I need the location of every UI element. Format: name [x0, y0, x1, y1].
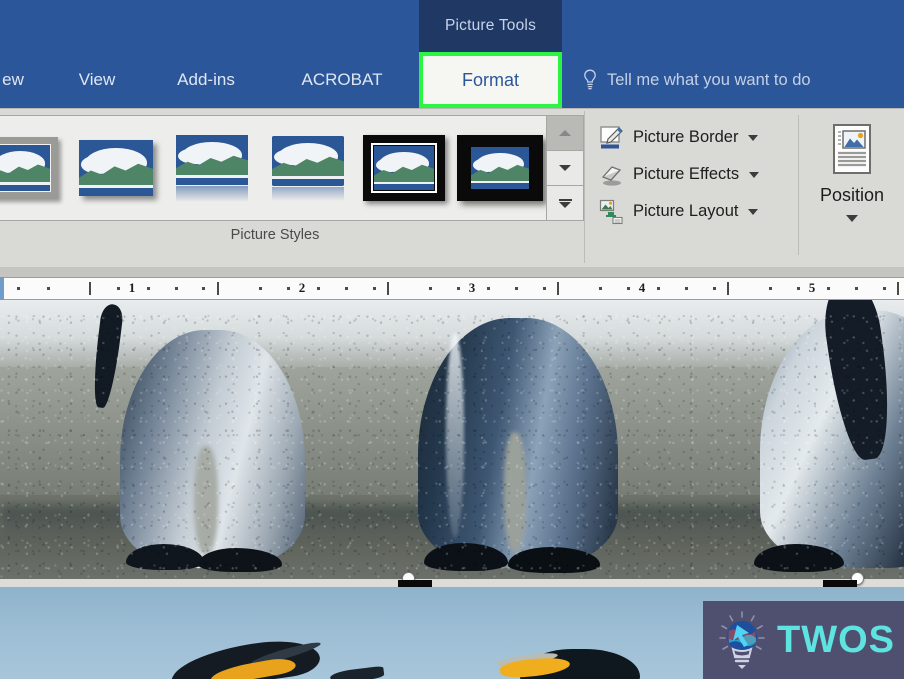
ruler-tick-minor — [855, 287, 858, 290]
ruler-tick-minor — [627, 287, 630, 290]
group-divider-2 — [798, 115, 799, 255]
chevron-down-icon[interactable] — [846, 215, 858, 222]
tell-me-search[interactable]: Tell me what you want to do — [582, 52, 811, 108]
picture-styles-gallery[interactable] — [0, 115, 584, 221]
ruler-tick-minor — [657, 287, 660, 290]
lightbulb-logo-icon — [715, 609, 769, 671]
position-button[interactable]: Position — [806, 117, 898, 257]
ruler-tick-minor — [17, 287, 20, 290]
picture-style-reflected-rounded[interactable] — [260, 116, 356, 220]
picture-border-label: Picture Border — [633, 128, 739, 146]
scroll-up-icon[interactable] — [547, 116, 583, 151]
ruler-number: 1 — [128, 280, 136, 295]
position-icon — [830, 123, 874, 175]
photo-grain-overlay — [0, 300, 904, 579]
ruler-tick-minor — [543, 287, 546, 290]
effects-icon — [599, 162, 625, 188]
lightbulb-icon — [582, 69, 598, 91]
ruler-tick-half — [557, 282, 559, 295]
ruler-tick-minor — [515, 287, 518, 290]
group-divider — [584, 111, 585, 263]
horizontal-ruler[interactable]: 1 2 3 4 5 — [0, 277, 904, 300]
ruler-tick-minor — [429, 287, 432, 290]
chevron-down-icon[interactable] — [748, 208, 759, 215]
ruler-tick-minor — [373, 287, 376, 290]
position-label: Position — [819, 185, 885, 205]
picture-style-beveled-matte-white[interactable] — [68, 116, 164, 220]
picture-style-double-frame-black[interactable] — [356, 116, 452, 220]
ruler-tick-minor — [317, 287, 320, 290]
penguin-photo-legs[interactable] — [0, 300, 904, 579]
picture-commands: Picture Border Picture Effects Picture L… — [596, 119, 792, 230]
tab-view[interactable]: View — [58, 52, 136, 108]
ruler-ticks: 1 2 3 4 5 — [0, 278, 904, 299]
ruler-tick-minor — [457, 287, 460, 290]
tab-format[interactable]: Format — [419, 52, 562, 108]
chevron-down-icon[interactable] — [748, 134, 759, 141]
ruler-tick-minor — [883, 287, 886, 290]
picture-tools-context-label: Picture Tools — [419, 0, 562, 52]
twos-logo-text: TWOS — [777, 618, 895, 661]
ruler-tick-half — [897, 282, 899, 295]
ruler-spacer — [0, 267, 904, 277]
ruler-tick-minor — [487, 287, 490, 290]
tab-review[interactable]: ew — [0, 52, 44, 108]
ruler-tick-minor — [117, 287, 120, 290]
picture-effects-button[interactable]: Picture Effects — [596, 156, 792, 193]
picture-layout-button[interactable]: Picture Layout — [596, 193, 792, 230]
ruler-tick-minor — [345, 287, 348, 290]
ruler-tick-minor — [259, 287, 262, 290]
picture-layout-label: Picture Layout — [633, 202, 739, 220]
ruler-tick-minor — [713, 287, 716, 290]
tab-add-ins[interactable]: Add-ins — [150, 52, 262, 108]
picture-styles-thumb-list — [0, 116, 547, 220]
twos-logo: TWOS — [703, 601, 904, 679]
picture-styles-group-label: Picture Styles — [230, 227, 320, 243]
picture-style-soft-edge-rectangle[interactable] — [164, 116, 260, 220]
ruler-tick-minor — [47, 287, 50, 290]
tell-me-placeholder: Tell me what you want to do — [607, 70, 811, 89]
ruler-tick-half — [89, 282, 91, 295]
tab-acrobat[interactable]: ACROBAT — [272, 52, 412, 108]
ruler-number: 5 — [808, 280, 816, 295]
ruler-tick-minor — [685, 287, 688, 290]
picture-style-thick-matte-black[interactable] — [452, 116, 548, 220]
ruler-number: 3 — [468, 280, 476, 295]
ruler-tick-minor — [202, 287, 205, 290]
ruler-tick-minor — [599, 287, 602, 290]
ribbon-format: Picture Styles Picture Border Picture Ef… — [0, 108, 904, 365]
ruler-tick-minor — [769, 287, 772, 290]
ruler-number: 2 — [298, 280, 306, 295]
word-window: Picture Tools ew View Add-ins ACROBAT Fo… — [0, 0, 904, 679]
ruler-tick-minor — [287, 287, 290, 290]
picture-style-simple-frame-gray[interactable] — [0, 116, 68, 220]
ruler-tick-half — [727, 282, 729, 295]
more-styles-icon[interactable] — [547, 186, 583, 220]
ruler-tick-half — [217, 282, 219, 295]
pencil-border-icon — [599, 125, 625, 151]
ruler-tick-minor — [827, 287, 830, 290]
picture-effects-label: Picture Effects — [633, 165, 740, 183]
ruler-tick-half — [387, 282, 389, 295]
ruler-tick-minor — [797, 287, 800, 290]
picture-layout-icon — [599, 199, 625, 225]
picture-border-button[interactable]: Picture Border — [596, 119, 792, 156]
scroll-down-icon[interactable] — [547, 151, 583, 186]
ruler-tick-minor — [175, 287, 178, 290]
gallery-scroll-buttons — [546, 116, 583, 220]
chevron-down-icon[interactable] — [749, 171, 760, 178]
ruler-tick-minor — [147, 287, 150, 290]
ruler-left-margin-cap — [0, 277, 4, 300]
ruler-number: 4 — [638, 280, 646, 295]
